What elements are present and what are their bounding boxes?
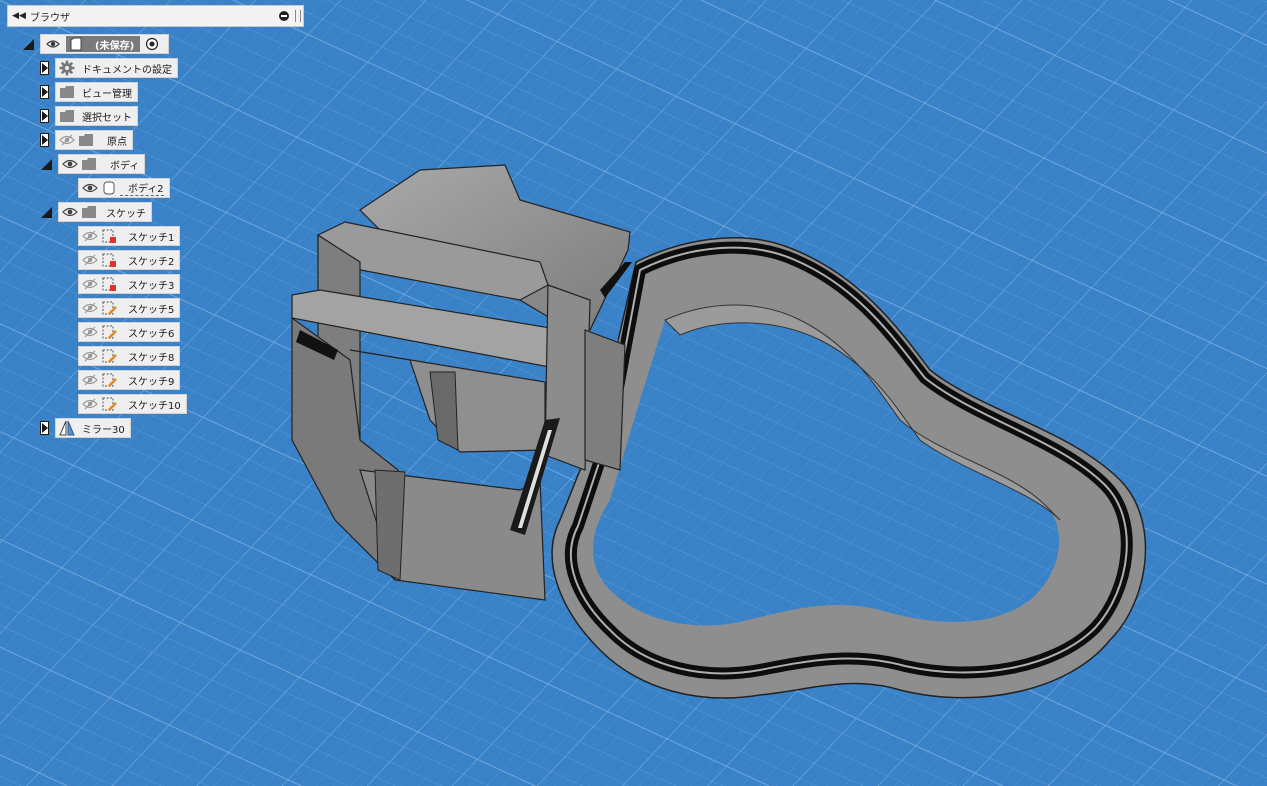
tree-item-label: スケッチ — [106, 208, 146, 220]
tree-row-sketches: スケッチ — [40, 202, 152, 222]
tree-item-document-settings[interactable]: ドキュメントの設定 — [55, 58, 178, 78]
root-label: (未保存) — [95, 40, 135, 52]
document-icon — [68, 36, 84, 52]
tree-row-sketch1: スケッチ1 — [78, 226, 181, 246]
folder-icon — [81, 204, 97, 220]
tree-item-sketch10[interactable]: スケッチ10 — [78, 394, 187, 414]
tree-row-selection-sets: 選択セット — [40, 106, 138, 126]
tree-row-body2: ボディ2 — [78, 178, 170, 198]
tree-item-body2[interactable]: ボディ2 — [78, 178, 170, 198]
tree-item-sketch6[interactable]: スケッチ6 — [78, 322, 181, 342]
eye-hidden-icon[interactable] — [82, 276, 98, 292]
eye-hidden-icon[interactable] — [82, 348, 98, 364]
expand-toggle[interactable] — [40, 133, 49, 147]
tree-row-bodies: ボディ — [40, 154, 146, 174]
panel-grip-icon[interactable] — [295, 10, 301, 22]
tree-row-sketch3: スケッチ3 — [78, 274, 181, 294]
tree-item-label: スケッチ9 — [128, 376, 175, 388]
browser-panel-header: ◀◀ ブラウザ — [7, 5, 304, 27]
tree-row-sketch2: スケッチ2 — [78, 250, 181, 270]
tree-item-label: スケッチ3 — [128, 280, 175, 292]
tree-row-mirror30: ミラー30 — [40, 418, 131, 438]
activate-radio-icon[interactable] — [144, 36, 160, 52]
tree-item-sketch1[interactable]: スケッチ1 — [78, 226, 181, 246]
expand-toggle[interactable] — [40, 61, 49, 75]
body-icon — [101, 180, 117, 196]
mirror-icon — [59, 420, 75, 436]
tree-root: (未保存) — [22, 34, 170, 54]
tree-row-sketch9: スケッチ9 — [78, 370, 181, 390]
expand-toggle[interactable] — [40, 109, 49, 123]
folder-icon — [59, 108, 75, 124]
tree-item-label: スケッチ8 — [128, 352, 175, 364]
tree-item-selection-sets[interactable]: 選択セット — [55, 106, 138, 126]
tree-item-label: ドキュメントの設定 — [82, 64, 172, 76]
sketch-pencil-icon — [101, 348, 117, 364]
eye-icon[interactable] — [45, 36, 61, 52]
eye-hidden-icon[interactable] — [59, 132, 75, 148]
browser-title: ブラウザ — [30, 12, 70, 24]
gear-icon — [59, 60, 75, 76]
root-node[interactable]: (未保存) — [40, 34, 170, 54]
tree-item-label: 選択セット — [82, 112, 132, 124]
expand-toggle[interactable] — [40, 85, 49, 99]
sketch-locked-icon — [101, 228, 117, 244]
tree-item-sketch9[interactable]: スケッチ9 — [78, 370, 181, 390]
sketch-pencil-icon — [101, 300, 117, 316]
tree-row-sketch10: スケッチ10 — [78, 394, 187, 414]
tree-item-bodies[interactable]: ボディ — [58, 154, 146, 174]
model-viewport[interactable] — [0, 0, 1267, 786]
tree-item-label: スケッチ6 — [128, 328, 175, 340]
tree-row-document-settings: ドキュメントの設定 — [40, 58, 178, 78]
sketch-pencil-icon — [101, 324, 117, 340]
tree-item-label: スケッチ1 — [128, 232, 175, 244]
folder-icon — [59, 84, 75, 100]
tree-item-sketch5[interactable]: スケッチ5 — [78, 298, 181, 318]
tree-item-sketch2[interactable]: スケッチ2 — [78, 250, 181, 270]
collapse-toggle[interactable] — [40, 157, 52, 171]
tree-item-label: ボディ — [110, 160, 140, 172]
tree-item-view-management[interactable]: ビュー管理 — [55, 82, 138, 102]
tree-row-sketch8: スケッチ8 — [78, 346, 181, 366]
tree-row-view-management: ビュー管理 — [40, 82, 138, 102]
tree-item-origin[interactable]: 原点 — [55, 130, 133, 150]
folder-icon — [78, 132, 94, 148]
tree-row-origin: 原点 — [40, 130, 133, 150]
sketch-locked-icon — [101, 252, 117, 268]
collapse-panel-icon[interactable]: ◀◀ — [10, 11, 28, 21]
tree-item-sketch8[interactable]: スケッチ8 — [78, 346, 181, 366]
pin-icon[interactable] — [279, 11, 289, 21]
tree-item-label: ボディ2 — [120, 180, 164, 196]
collapse-toggle[interactable] — [40, 205, 52, 219]
expand-toggle[interactable] — [40, 421, 49, 435]
tree-row-sketch5: スケッチ5 — [78, 298, 181, 318]
tree-item-label: スケッチ2 — [128, 256, 175, 268]
expand-root-toggle[interactable] — [22, 37, 34, 51]
eye-hidden-icon[interactable] — [82, 396, 98, 412]
eye-icon[interactable] — [62, 204, 78, 220]
tree-item-label: ビュー管理 — [82, 88, 132, 100]
tree-item-label: ミラー30 — [82, 424, 125, 436]
tree-item-label: スケッチ5 — [128, 304, 175, 316]
tree-item-label: 原点 — [107, 136, 127, 148]
tree-row-sketch6: スケッチ6 — [78, 322, 181, 342]
eye-icon[interactable] — [62, 156, 78, 172]
eye-hidden-icon[interactable] — [82, 324, 98, 340]
tree-item-label: スケッチ10 — [128, 400, 181, 412]
tree-item-sketches[interactable]: スケッチ — [58, 202, 152, 222]
tree-item-sketch3[interactable]: スケッチ3 — [78, 274, 181, 294]
folder-icon — [81, 156, 97, 172]
sketch-pencil-icon — [101, 372, 117, 388]
tree-item-mirror30[interactable]: ミラー30 — [55, 418, 131, 438]
eye-hidden-icon[interactable] — [82, 372, 98, 388]
sketch-locked-icon — [101, 276, 117, 292]
eye-hidden-icon[interactable] — [82, 228, 98, 244]
eye-icon[interactable] — [82, 180, 98, 196]
sketch-pencil-icon — [101, 396, 117, 412]
eye-hidden-icon[interactable] — [82, 252, 98, 268]
eye-hidden-icon[interactable] — [82, 300, 98, 316]
root-label-box: (未保存) — [66, 36, 141, 52]
